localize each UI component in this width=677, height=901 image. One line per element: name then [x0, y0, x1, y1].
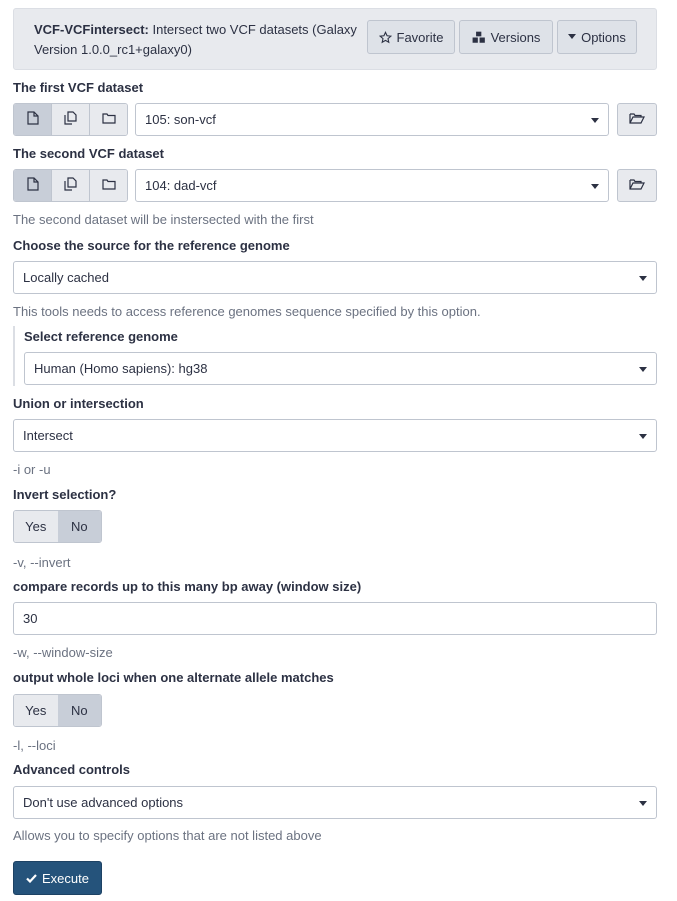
invert-no-option[interactable]: No: [57, 511, 101, 542]
invert-toggle: Yes No: [13, 510, 102, 543]
union-intersection-select[interactable]: Intersect: [13, 419, 657, 452]
first-vcf-mode-group: [13, 103, 128, 136]
versions-button[interactable]: Versions: [459, 20, 553, 54]
file-icon: [26, 111, 39, 128]
options-button[interactable]: Options: [557, 20, 637, 54]
execute-button[interactable]: Execute: [13, 861, 102, 895]
folder-icon: [101, 178, 116, 193]
invert-label: Invert selection?: [13, 487, 117, 502]
first-vcf-value: 105: son-vcf: [145, 112, 216, 127]
options-label: Options: [581, 29, 626, 45]
loci-help: -l, --loci: [13, 738, 56, 753]
file-icon: [26, 177, 39, 194]
caret-down-icon: [568, 34, 577, 40]
window-help: -w, --window-size: [13, 645, 113, 660]
advanced-select[interactable]: Don't use advanced options: [13, 786, 657, 819]
favorite-label: Favorite: [396, 29, 444, 45]
cubes-icon: [472, 31, 486, 44]
advanced-value: Don't use advanced options: [23, 795, 184, 810]
window-size-input[interactable]: 30: [13, 602, 657, 635]
loci-yes-option[interactable]: Yes: [14, 695, 58, 726]
caret-down-icon: [639, 801, 647, 806]
files-icon: [64, 177, 77, 194]
second-vcf-select[interactable]: 104: dad-vcf: [135, 169, 609, 202]
single-dataset-button[interactable]: [14, 104, 52, 135]
single-dataset-button[interactable]: [14, 170, 52, 201]
favorite-button[interactable]: Favorite: [367, 20, 455, 54]
caret-down-icon: [639, 276, 647, 281]
second-vcf-label: The second VCF dataset: [13, 146, 164, 161]
section-indent-bar: [13, 326, 15, 386]
tool-header: VCF-VCFintersect: Intersect two VCF data…: [13, 8, 657, 70]
ref-source-select[interactable]: Locally cached: [13, 261, 657, 294]
union-intersection-value: Intersect: [23, 428, 73, 443]
loci-no-option[interactable]: No: [57, 695, 101, 726]
second-vcf-browse-button[interactable]: [617, 169, 657, 202]
first-vcf-label: The first VCF dataset: [13, 80, 144, 95]
execute-label: Execute: [42, 870, 89, 886]
ref-genome-select[interactable]: Human (Homo sapiens): hg38: [24, 352, 657, 385]
ref-genome-value: Human (Homo sapiens): hg38: [34, 361, 208, 376]
loci-label: output whole loci when one alternate all…: [13, 670, 334, 685]
ref-source-label: Choose the source for the reference geno…: [13, 238, 290, 253]
second-vcf-help: The second dataset will be instersected …: [13, 212, 314, 227]
first-vcf-browse-button[interactable]: [617, 103, 657, 136]
folder-icon: [101, 112, 116, 127]
window-size-value: 30: [23, 611, 38, 626]
tool-name: VCF-VCFintersect:: [34, 22, 149, 37]
advanced-label: Advanced controls: [13, 762, 131, 777]
ref-genome-label: Select reference genome: [24, 329, 178, 344]
advanced-help: Allows you to specify options that are n…: [13, 828, 322, 843]
collection-button[interactable]: [90, 170, 127, 201]
folder-open-icon: [629, 112, 645, 127]
check-icon: [26, 871, 37, 886]
caret-down-icon: [639, 367, 647, 372]
folder-open-icon: [629, 178, 645, 193]
invert-yes-option[interactable]: Yes: [14, 511, 58, 542]
ref-source-help: This tools needs to access reference gen…: [13, 304, 481, 319]
window-label: compare records up to this many bp away …: [13, 579, 362, 594]
versions-label: Versions: [490, 29, 541, 45]
union-intersection-label: Union or intersection: [13, 396, 144, 411]
files-icon: [64, 111, 77, 128]
tool-title: VCF-VCFintersect: Intersect two VCF data…: [34, 20, 369, 60]
second-vcf-mode-group: [13, 169, 128, 202]
caret-down-icon: [591, 184, 599, 189]
caret-down-icon: [591, 118, 599, 123]
ref-source-value: Locally cached: [23, 270, 109, 285]
collection-button[interactable]: [90, 104, 127, 135]
star-icon: [378, 30, 392, 44]
union-intersection-help: -i or -u: [13, 462, 51, 477]
loci-toggle: Yes No: [13, 694, 102, 727]
second-vcf-value: 104: dad-vcf: [145, 178, 217, 193]
multiple-datasets-button[interactable]: [52, 170, 90, 201]
multiple-datasets-button[interactable]: [52, 104, 90, 135]
invert-help: -v, --invert: [13, 555, 71, 570]
first-vcf-select[interactable]: 105: son-vcf: [135, 103, 609, 136]
caret-down-icon: [639, 434, 647, 439]
